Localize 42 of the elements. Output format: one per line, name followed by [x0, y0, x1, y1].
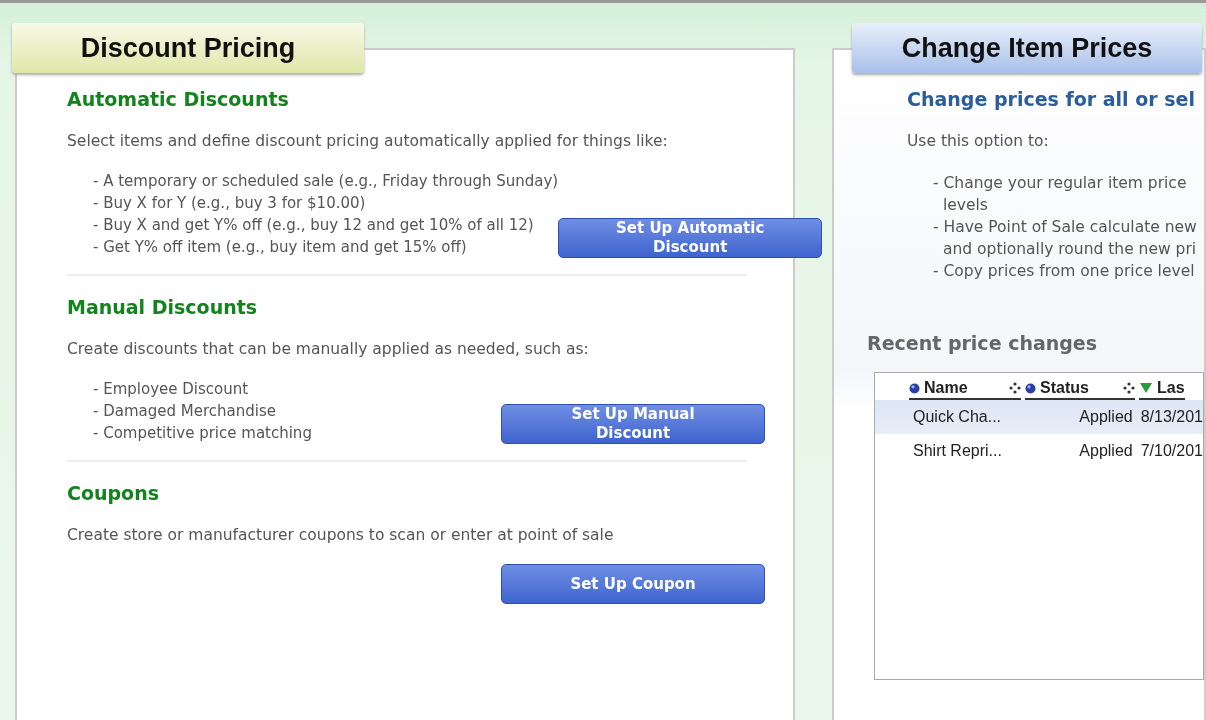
bullet-text: - Have Point of Sale calculate new — [933, 217, 1198, 238]
bullet-text: - Competitive price matching — [93, 423, 312, 444]
section-heading: Recent price changes — [867, 332, 1099, 354]
section-description: Create store or manufacturer coupons to scan or enter at point of sale — [67, 526, 615, 544]
bullet-text: - Buy X and get Y% off (e.g., buy 12 and get 10% of all 12) — [93, 215, 535, 236]
bullet-text: levels — [942, 195, 989, 216]
section-heading: Manual Discounts — [67, 296, 259, 318]
setup-button[interactable]: Set Up Manual Discount — [501, 404, 765, 444]
column-header[interactable]: Status — [1040, 379, 1089, 397]
table-cell: 7/10/201 — [1140, 442, 1203, 460]
table-cell: 8/13/201 — [1140, 408, 1203, 426]
table-row[interactable]: Shirt Repri... Applied 7/10/201 — [875, 434, 1203, 468]
table-cell-text: Shirt Repri... — [913, 442, 1003, 460]
bullet-text: - Get Y% off item (e.g., buy item and get 15% off) — [93, 237, 468, 258]
column-header[interactable]: Name — [924, 379, 968, 397]
section-description: Create discounts that can be manually applied as needed, such as: — [67, 340, 590, 358]
setup-button[interactable]: Set Up Automatic Discount — [558, 218, 823, 258]
panel-title: Discount Pricing — [12, 23, 364, 73]
section-heading: Coupons — [67, 482, 160, 504]
section-heading: Automatic Discounts — [67, 88, 290, 110]
bullet-text: - Buy X for Y (e.g., buy 3 for $10.00) — [93, 193, 367, 214]
move-icon[interactable] — [1009, 382, 1021, 394]
bullet-text: - A temporary or scheduled sale (e.g., Friday through Sunday) — [93, 171, 559, 192]
bullet-text: - Copy prices from one price level — [933, 261, 1196, 282]
panel-title: Change Item Prices — [852, 23, 1202, 73]
table-cell-text: Applied — [1078, 408, 1134, 426]
section-heading: Change prices for all or sel — [907, 88, 1196, 110]
bullet-text: and optionally round the new pri — [942, 239, 1198, 260]
table-cell-text: Quick Cha... — [913, 408, 1003, 426]
ball-icon — [909, 382, 920, 394]
bullet-text: - Damaged Merchandise — [93, 401, 277, 422]
bullet-text: - Change your regular item price — [933, 173, 1188, 194]
sort-down-icon[interactable] — [1139, 382, 1153, 394]
section-description: Select items and define discount pricing automatically applied for things like: — [67, 132, 669, 150]
table-row[interactable]: Quick Cha... Applied 8/13/201 — [875, 400, 1203, 434]
table-cell-text: Applied — [1078, 442, 1134, 460]
bullet-text: - Employee Discount — [93, 379, 250, 400]
column-header[interactable]: Las — [1157, 379, 1185, 397]
ball-icon — [1025, 382, 1036, 394]
setup-button[interactable]: Set Up Coupon — [501, 564, 765, 604]
move-icon[interactable] — [1123, 382, 1135, 394]
section-description: Use this option to: — [907, 132, 1050, 150]
